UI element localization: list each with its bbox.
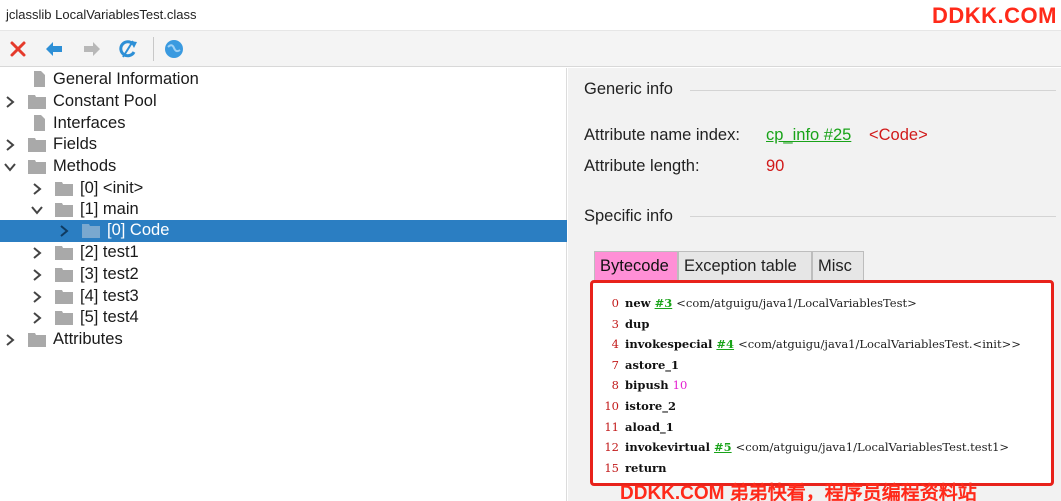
- window-title: jclasslib LocalVariablesTest.class: [6, 7, 197, 22]
- close-icon[interactable]: [6, 37, 30, 61]
- tab-exception-table[interactable]: Exception table: [678, 251, 812, 281]
- chevron-right-icon[interactable]: [3, 94, 17, 110]
- forward-arrow-icon[interactable]: [80, 37, 104, 61]
- chevron-right-icon[interactable]: [30, 181, 44, 197]
- tree-label: [4] test3: [80, 287, 139, 305]
- tree-label: Interfaces: [53, 114, 126, 132]
- web-globe-icon[interactable]: [162, 37, 186, 61]
- chevron-down-icon[interactable]: [3, 159, 17, 175]
- tree-item-method-test2[interactable]: [3] test2: [0, 264, 567, 286]
- tree-item-general-information[interactable]: General Information: [0, 69, 567, 91]
- tree-item-method-test1[interactable]: [2] test1: [0, 242, 567, 264]
- cp-ref-link[interactable]: #4: [716, 337, 734, 351]
- tree-label: [0] Code: [107, 221, 170, 239]
- tree-item-attributes[interactable]: Attributes: [0, 329, 567, 351]
- chevron-right-icon[interactable]: [3, 137, 17, 153]
- folder-icon: [55, 311, 73, 325]
- tab-bytecode[interactable]: Bytecode: [594, 251, 678, 281]
- cp-ref-link[interactable]: #3: [655, 296, 673, 310]
- title-bar: jclasslib LocalVariablesTest.class DDKK.…: [0, 0, 1061, 31]
- file-icon: [34, 71, 45, 87]
- folder-icon: [28, 333, 46, 347]
- attr-length-value: 90: [766, 157, 785, 175]
- section-divider: [690, 90, 1056, 91]
- tree-label: [3] test2: [80, 265, 139, 283]
- bytecode-listing: 0 new #3 <com/atguigu/java1/LocalVariabl…: [590, 280, 1054, 486]
- tree-item-code[interactable]: [0] Code: [0, 220, 567, 242]
- file-icon: [34, 115, 45, 131]
- watermark-bottom: DDKK.COM 弟弟快看，程序员编程资料站: [620, 483, 977, 501]
- watermark-top: DDKK.COM: [932, 3, 1057, 28]
- folder-icon: [28, 95, 46, 109]
- chevron-down-icon[interactable]: [30, 202, 44, 218]
- chevron-right-icon[interactable]: [30, 310, 44, 326]
- chevron-right-icon[interactable]: [30, 267, 44, 283]
- tree-item-method-init[interactable]: [0] <init>: [0, 178, 567, 200]
- tab-misc[interactable]: Misc: [812, 251, 864, 281]
- tree-item-constant-pool[interactable]: Constant Pool: [0, 91, 567, 113]
- tree-label: [2] test1: [80, 243, 139, 261]
- attr-name-value: <Code>: [869, 126, 928, 144]
- section-divider: [690, 216, 1056, 217]
- folder-icon: [82, 224, 100, 238]
- specific-info-heading: Specific info: [584, 207, 673, 225]
- tree-item-method-main[interactable]: [1] main: [0, 199, 567, 221]
- tree-item-method-test3[interactable]: [4] test3: [0, 286, 567, 308]
- cp-ref-link[interactable]: #5: [714, 440, 732, 454]
- chevron-right-icon[interactable]: [57, 223, 71, 239]
- tree-label: General Information: [53, 70, 199, 88]
- tree-label: [0] <init>: [80, 179, 144, 197]
- toolbar: [0, 31, 1061, 67]
- class-tree-panel: General Information Constant Pool Interf…: [0, 68, 567, 501]
- toolbar-separator: [153, 37, 154, 61]
- tree-label: [5] test4: [80, 308, 139, 326]
- folder-icon: [55, 268, 73, 282]
- tree-item-fields[interactable]: Fields: [0, 134, 567, 156]
- tree-item-method-test4[interactable]: [5] test4: [0, 307, 567, 329]
- tree-item-methods[interactable]: Methods: [0, 156, 567, 178]
- tree-label: Attributes: [53, 330, 123, 348]
- tree-item-interfaces[interactable]: Interfaces: [0, 113, 567, 135]
- folder-icon: [55, 182, 73, 196]
- tree-label: Constant Pool: [53, 92, 157, 110]
- folder-icon: [55, 203, 73, 217]
- tree-label: [1] main: [80, 200, 139, 218]
- tree-label: Fields: [53, 135, 98, 153]
- chevron-right-icon[interactable]: [30, 289, 44, 305]
- folder-icon: [55, 290, 73, 304]
- tree-label: Methods: [53, 157, 117, 175]
- refresh-icon[interactable]: [116, 37, 140, 61]
- attr-length-label: Attribute length:: [584, 157, 700, 175]
- cp-info-link[interactable]: cp_info #25: [766, 126, 851, 145]
- generic-info-heading: Generic info: [584, 80, 673, 98]
- back-arrow-icon[interactable]: [42, 37, 66, 61]
- attr-name-index-label: Attribute name index:: [584, 126, 740, 144]
- chevron-right-icon[interactable]: [30, 245, 44, 261]
- folder-icon: [28, 160, 46, 174]
- folder-icon: [55, 246, 73, 260]
- folder-icon: [28, 138, 46, 152]
- chevron-right-icon[interactable]: [3, 332, 17, 348]
